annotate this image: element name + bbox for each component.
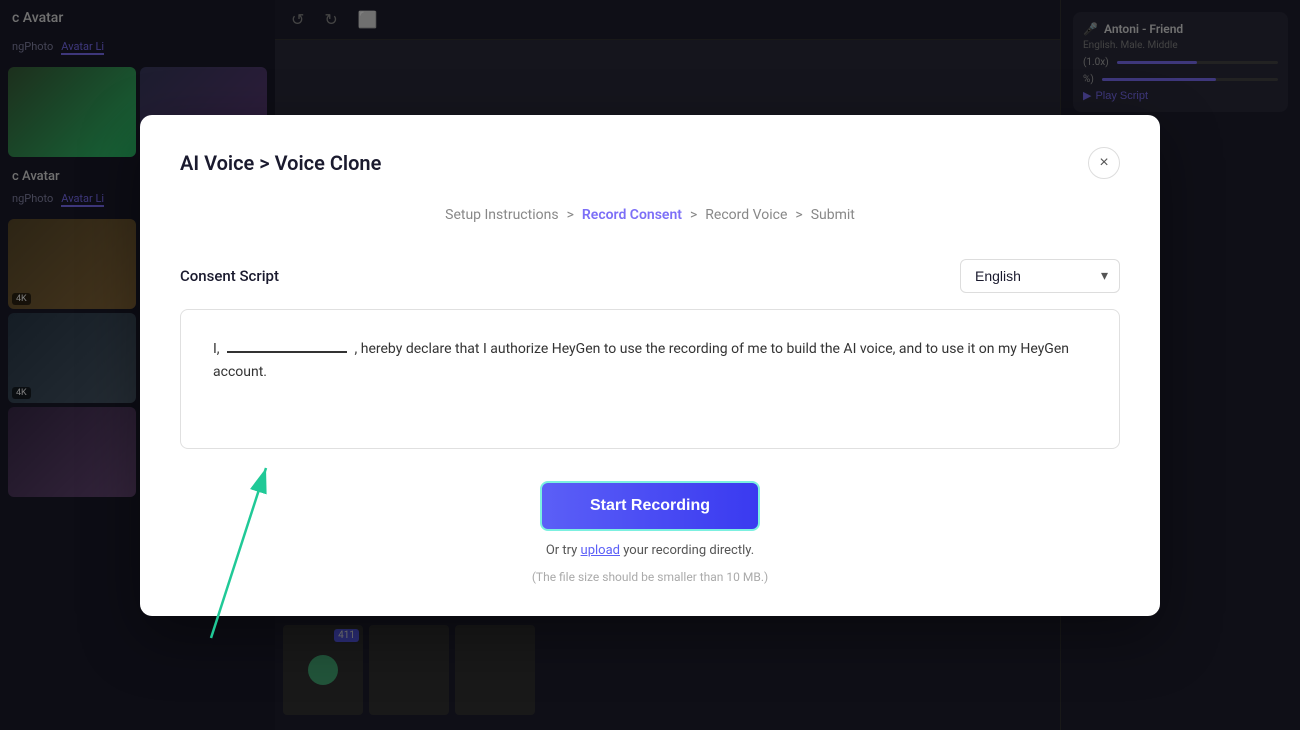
upload-suffix: your recording directly. — [623, 543, 754, 558]
consent-text-box: I, , hereby declare that I authorize Hey… — [180, 309, 1120, 449]
consent-script-header: Consent Script English Spanish French Ge… — [180, 259, 1120, 293]
voice-clone-modal: AI Voice > Voice Clone × Setup Instructi… — [140, 115, 1160, 616]
modal-title: AI Voice > Voice Clone — [180, 151, 381, 175]
step-arrow-2: > — [690, 207, 697, 223]
upload-prefix: Or try — [546, 543, 578, 558]
step-4: Submit — [811, 207, 855, 223]
close-button[interactable]: × — [1088, 147, 1120, 179]
modal-overlay: AI Voice > Voice Clone × Setup Instructi… — [0, 0, 1300, 730]
start-recording-button[interactable]: Start Recording — [540, 481, 760, 531]
step-2: Record Consent — [582, 207, 682, 223]
language-select[interactable]: English Spanish French German Chinese Ja… — [960, 259, 1120, 293]
upload-link[interactable]: upload — [581, 543, 620, 558]
step-arrow-1: > — [567, 207, 574, 223]
modal-actions: Start Recording Or try upload your recor… — [180, 481, 1120, 584]
step-1: Setup Instructions — [445, 207, 558, 223]
consent-script-label: Consent Script — [180, 267, 279, 285]
consent-text-part1: I, — [213, 341, 220, 357]
modal-header: AI Voice > Voice Clone × — [180, 147, 1120, 179]
consent-blank — [227, 351, 347, 353]
consent-text: I, , hereby declare that I authorize Hey… — [213, 338, 1087, 386]
consent-text-part2: , hereby declare that I authorize HeyGen… — [213, 341, 1069, 381]
upload-text: Or try upload your recording directly. — [546, 543, 754, 558]
file-hint: (The file size should be smaller than 10… — [532, 570, 768, 584]
step-3: Record Voice — [705, 207, 787, 223]
stepper: Setup Instructions > Record Consent > Re… — [180, 207, 1120, 223]
language-select-wrapper[interactable]: English Spanish French German Chinese Ja… — [960, 259, 1120, 293]
step-arrow-3: > — [795, 207, 802, 223]
